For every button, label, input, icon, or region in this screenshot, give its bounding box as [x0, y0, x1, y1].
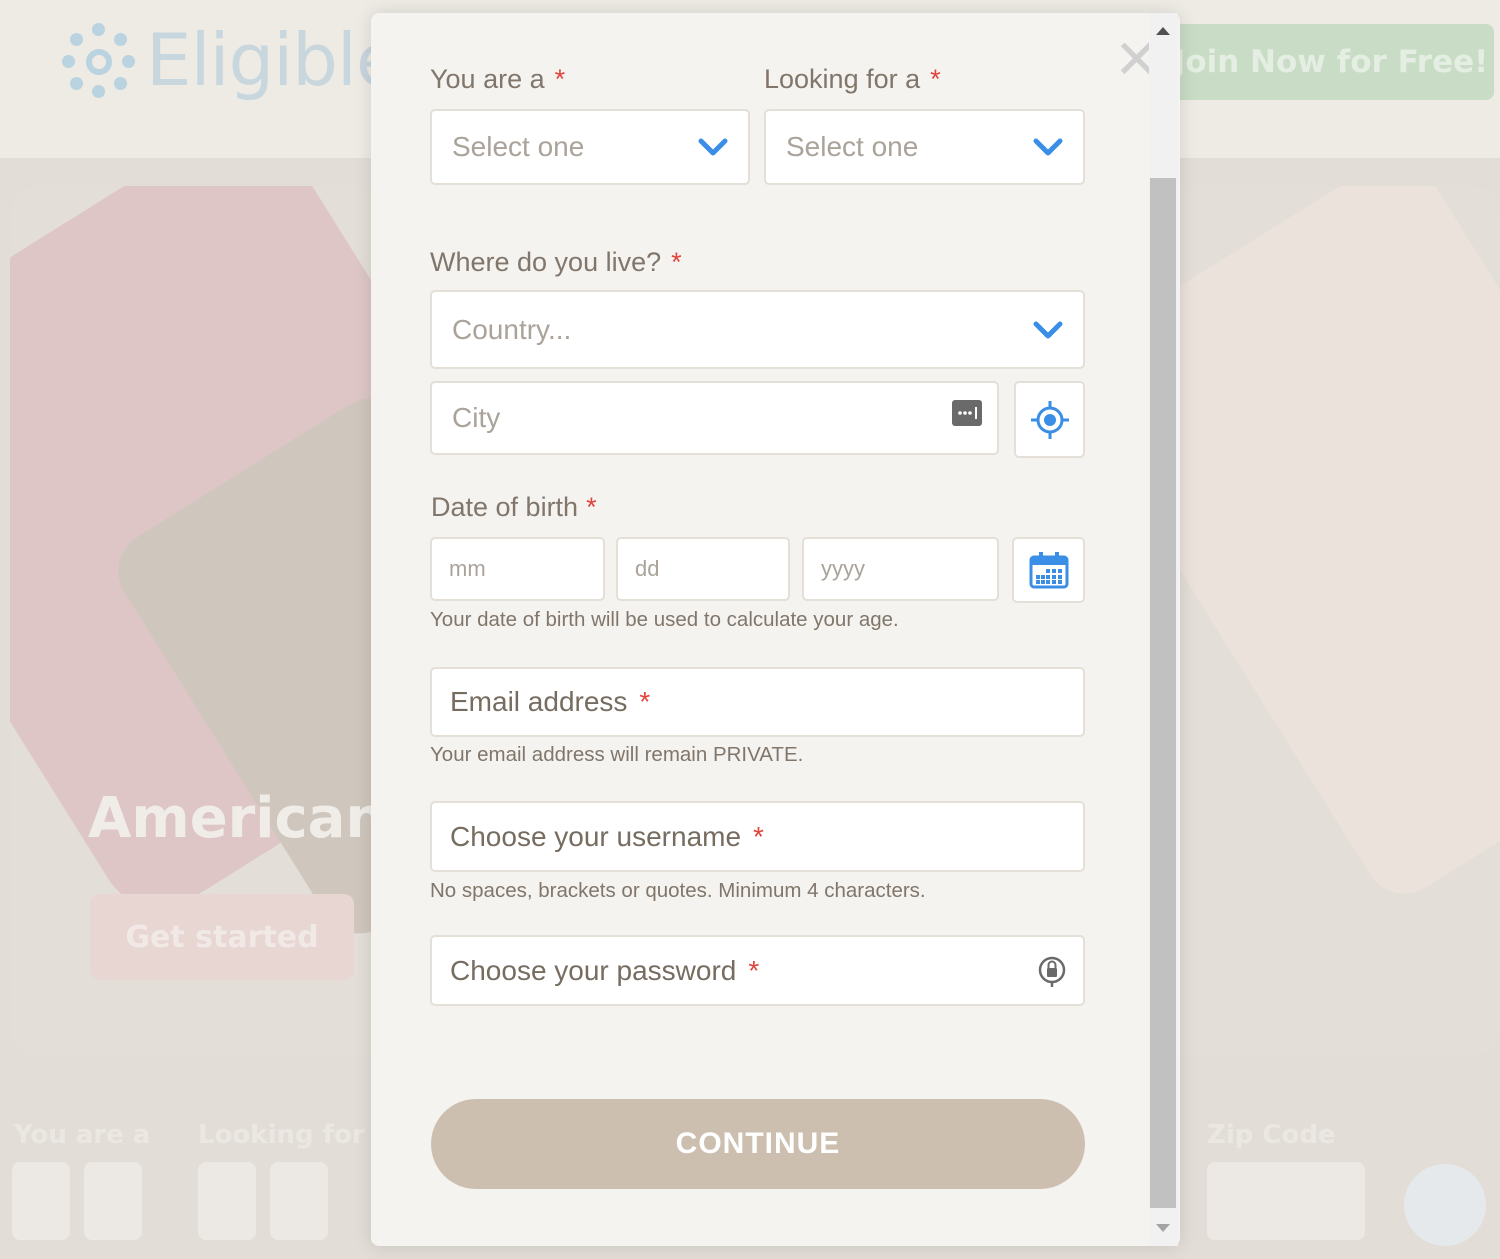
continue-button[interactable]: CONTINUE — [431, 1099, 1085, 1189]
email-placeholder: Email address * — [450, 686, 650, 718]
join-now-button[interactable]: Join Now for Free! — [1168, 24, 1494, 100]
scrollbar-thumb[interactable] — [1150, 178, 1176, 1208]
search-zip-label: Zip Code — [1207, 1120, 1336, 1150]
you-are-label: You are a * — [430, 64, 565, 95]
looking-for-placeholder: Select one — [786, 131, 919, 162]
dob-label: Date of birth * — [431, 492, 597, 523]
dob-help-text: Your date of birth will be used to calcu… — [430, 608, 899, 631]
country-placeholder: Country... — [452, 313, 572, 345]
required-marker: * — [639, 686, 651, 717]
city-input[interactable]: City — [430, 381, 999, 455]
country-select[interactable]: Country... — [430, 290, 1085, 369]
required-marker: * — [748, 954, 760, 986]
email-help-text: Your email address will remain PRIVATE. — [430, 743, 804, 766]
required-marker: * — [753, 820, 764, 852]
logo-flower-icon — [62, 21, 140, 99]
search-male-toggle[interactable] — [12, 1162, 70, 1240]
locate-me-button[interactable] — [1014, 381, 1085, 458]
password-key-icon[interactable] — [1037, 956, 1067, 988]
dob-month-placeholder: mm — [449, 556, 486, 581]
location-label-text: Where do you live? — [430, 247, 662, 277]
dob-day-input[interactable]: dd — [616, 537, 790, 601]
looking-for-label-text: Looking for a — [764, 64, 921, 94]
required-marker: * — [554, 64, 566, 94]
scroll-up-arrow-icon[interactable] — [1156, 27, 1170, 35]
required-marker: * — [586, 492, 597, 522]
search-female-toggle[interactable] — [84, 1162, 142, 1240]
chevron-down-icon — [698, 138, 728, 156]
chevron-down-icon — [1033, 138, 1063, 156]
search-seek-female-toggle[interactable] — [270, 1162, 328, 1240]
hero-heading: American — [88, 786, 386, 851]
search-seek-male-toggle[interactable] — [198, 1162, 256, 1240]
dob-year-placeholder: yyyy — [821, 556, 865, 581]
looking-for-select[interactable]: Select one — [764, 109, 1085, 185]
username-field[interactable]: Choose your username * — [430, 801, 1085, 872]
dob-label-text: Date of birth — [431, 492, 579, 522]
username-help-text: No spaces, brackets or quotes. Minimum 4… — [430, 879, 926, 902]
search-you-are-label: You are a — [14, 1120, 151, 1150]
required-marker: * — [930, 64, 941, 94]
username-placeholder-text: Choose your username — [450, 820, 742, 852]
registration-modal: ✕ You are a * Select one Looking for a * S… — [371, 13, 1180, 1246]
chevron-down-icon — [1033, 321, 1063, 338]
looking-for-label: Looking for a * — [764, 64, 941, 95]
you-are-label-text: You are a — [430, 64, 545, 94]
location-label: Where do you live? * — [430, 247, 682, 278]
site-logo[interactable]: Eligible — [62, 18, 400, 102]
you-are-select[interactable]: Select one — [430, 109, 750, 185]
email-field[interactable]: Email address * — [430, 667, 1085, 737]
calendar-icon — [1029, 552, 1068, 589]
search-zip-input[interactable] — [1207, 1162, 1365, 1240]
password-placeholder-text: Choose your password — [450, 954, 737, 986]
you-are-placeholder: Select one — [452, 131, 585, 162]
autofill-card-icon[interactable] — [951, 399, 983, 427]
crosshair-locate-icon — [1030, 400, 1069, 439]
email-placeholder-text: Email address — [450, 686, 628, 717]
required-marker: * — [671, 247, 682, 277]
city-placeholder: City — [452, 402, 501, 433]
modal-scrollbar[interactable] — [1149, 13, 1178, 1246]
calendar-button[interactable] — [1012, 537, 1085, 603]
dob-month-input[interactable]: mm — [430, 537, 605, 601]
password-field[interactable]: Choose your password * — [430, 935, 1085, 1006]
search-button[interactable] — [1404, 1164, 1486, 1246]
dob-day-placeholder: dd — [635, 556, 660, 581]
search-looking-for-label: Looking for — [198, 1120, 365, 1150]
password-placeholder: Choose your password * — [450, 955, 759, 987]
get-started-button[interactable]: Get started — [90, 894, 354, 980]
dob-year-input[interactable]: yyyy — [802, 537, 999, 601]
scroll-down-arrow-icon[interactable] — [1156, 1224, 1170, 1232]
logo-text: Eligible — [146, 18, 400, 102]
username-placeholder: Choose your username * — [450, 821, 764, 853]
